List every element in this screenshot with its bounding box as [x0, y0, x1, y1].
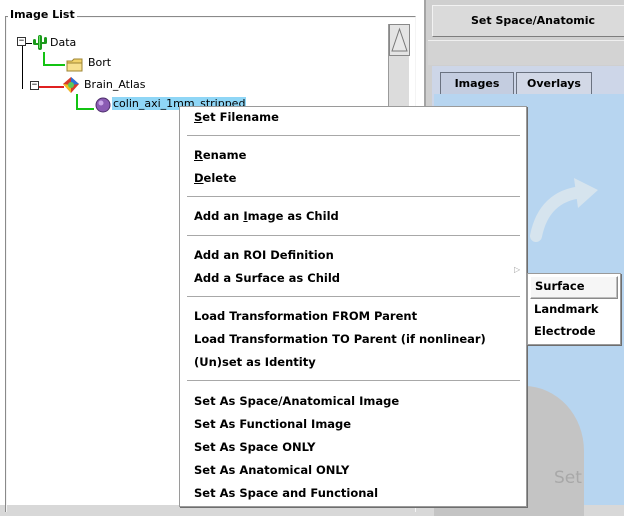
menu-item-rename[interactable]: Rename	[194, 148, 246, 162]
menu-item-load-from-parent[interactable]: Load Transformation FROM Parent	[194, 309, 417, 323]
image-list-title: Image List	[8, 8, 77, 21]
set-space-anatomic-button[interactable]: Set Space/Anatomic	[432, 5, 624, 37]
menu-item-label: Add an Image as Child	[194, 209, 339, 223]
menu-item-add-image-child[interactable]: Add an Image as Child	[194, 209, 339, 223]
tree-connector	[38, 86, 64, 88]
tree-expander[interactable]: −	[30, 81, 39, 90]
menu-item-add-surface-child[interactable]: Add a Surface as Child	[194, 271, 340, 285]
menu-item-unset-identity[interactable]: (Un)set as Identity	[194, 355, 316, 369]
context-menu: Set Filename Rename Delete Add an Image …	[179, 106, 527, 507]
folder-icon	[66, 57, 84, 76]
viewer-set-text: Set	[554, 468, 582, 488]
menu-item-set-functional[interactable]: Set As Functional Image	[194, 417, 351, 431]
menu-item-label: elete	[203, 171, 237, 185]
menu-separator	[187, 235, 520, 237]
tree-connector	[43, 64, 65, 66]
tree-node-data[interactable]: Data	[50, 36, 76, 49]
tree-connector	[76, 108, 94, 110]
tree-node-bort[interactable]: Bort	[88, 56, 111, 69]
submenu-item-electrode[interactable]: Electrode	[534, 324, 596, 338]
submenu-item-landmark[interactable]: Landmark	[534, 302, 599, 316]
brain-image-icon	[95, 97, 111, 117]
scroll-up-arrow-icon[interactable]	[389, 24, 410, 56]
menu-item-set-space-functional[interactable]: Set As Space and Functional	[194, 486, 378, 500]
menu-item-delete[interactable]: Delete	[194, 171, 236, 185]
cactus-icon	[32, 33, 48, 55]
menu-separator	[187, 196, 520, 198]
tree-expander[interactable]: −	[17, 37, 26, 46]
menu-item-set-space-anatomical[interactable]: Set As Space/Anatomical Image	[194, 394, 399, 408]
menu-accelerator: I	[243, 209, 248, 223]
menu-item-load-to-parent[interactable]: Load Transformation TO Parent (if nonlin…	[194, 332, 486, 346]
submenu-arrow-icon: ▷	[514, 265, 521, 274]
tree-connector	[22, 43, 23, 89]
menu-item-label: et Filename	[202, 110, 279, 124]
tree-node-brain-atlas[interactable]: Brain_Atlas	[84, 78, 146, 91]
menu-separator	[187, 135, 520, 137]
brain-atlas-icon	[62, 76, 80, 98]
submenu-item-surface[interactable]: Surface	[535, 279, 585, 293]
right-toolbar-strip	[428, 40, 624, 65]
menu-item-add-roi[interactable]: Add an ROI Definition	[194, 248, 334, 262]
menu-separator	[187, 380, 520, 382]
menu-item-set-anatomical-only[interactable]: Set As Anatomical ONLY	[194, 463, 349, 477]
menu-item-label: ename	[202, 148, 247, 162]
tab-images[interactable]: Images	[440, 72, 514, 95]
menu-item-set-filename[interactable]: Set Filename	[194, 110, 279, 124]
curved-arrow-icon	[530, 178, 598, 242]
tab-overlays[interactable]: Overlays	[516, 72, 592, 95]
menu-item-set-space-only[interactable]: Set As Space ONLY	[194, 440, 316, 454]
surface-submenu: Surface Landmark Electrode	[527, 273, 621, 345]
menu-separator	[187, 296, 520, 298]
